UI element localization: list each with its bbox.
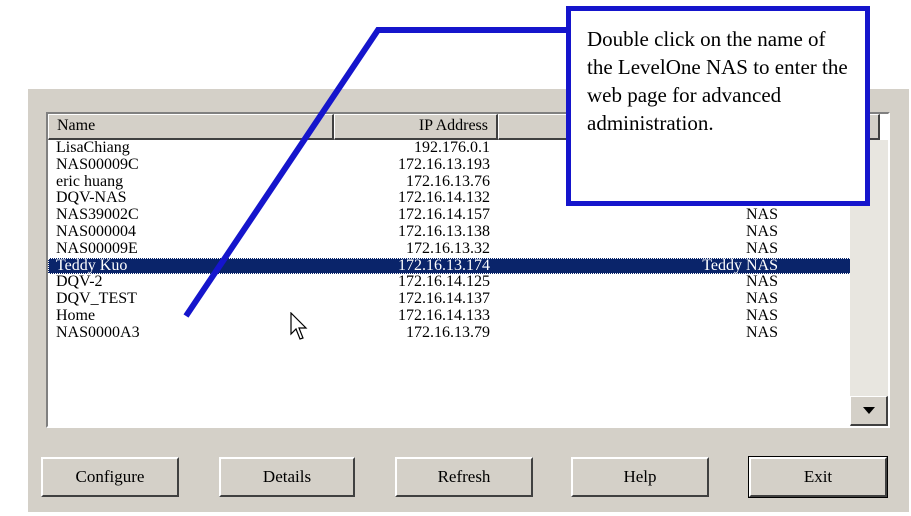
mouse-cursor-icon — [290, 312, 308, 340]
callout-text: Double click on the name of the LevelOne… — [587, 27, 848, 135]
instruction-callout: Double click on the name of the LevelOne… — [566, 6, 870, 206]
